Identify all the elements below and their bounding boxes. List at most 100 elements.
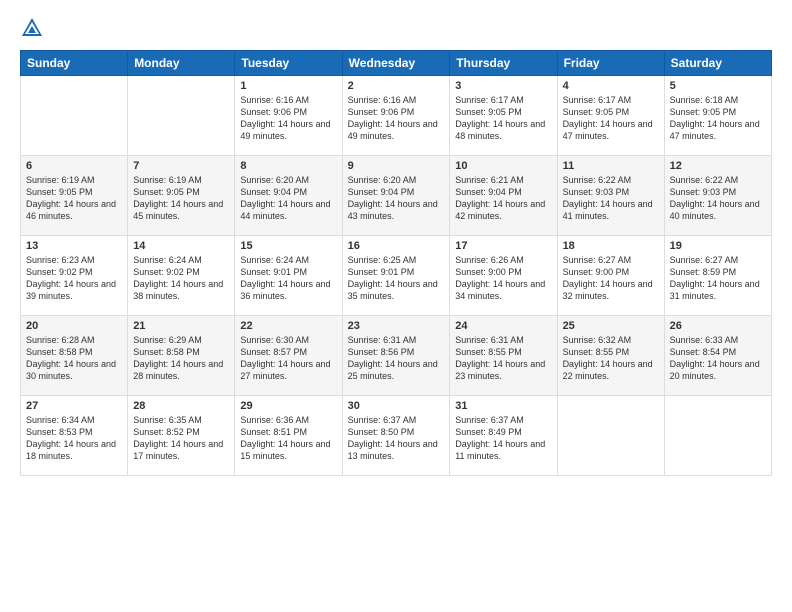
calendar-cell: 1 Sunrise: 6:16 AMSunset: 9:06 PMDaylight…	[235, 76, 342, 156]
calendar-cell: 15Sunrise: 6:24 AMSunset: 9:01 PMDayligh…	[235, 236, 342, 316]
day-number: 21	[133, 320, 229, 332]
calendar-cell: 17 Sunrise: 6:26 AMSunset: 9:00 PMDayligh…	[450, 236, 557, 316]
calendar-cell: 14 Sunrise: 6:24 AMSunset: 9:02 PMDayligh…	[128, 236, 235, 316]
calendar-cell: 8 Sunrise: 6:20 AMSunset: 9:04 PMDaylight…	[235, 156, 342, 236]
calendar-cell	[128, 76, 235, 156]
day-number: 10	[455, 160, 551, 172]
day-number: 18	[563, 240, 659, 252]
day-number: 19	[670, 240, 766, 252]
calendar-cell: 23 Sunrise: 6:31 AMSunset: 8:56 PMDayligh…	[342, 316, 450, 396]
cell-sun-info: Sunrise: 6:30 AMSunset: 8:57 PMDaylight:…	[240, 334, 336, 383]
cell-sun-info: Sunrise: 6:20 AMSunset: 9:04 PMDaylight:…	[348, 174, 445, 223]
calendar-cell: 26 Sunrise: 6:33 AMSunset: 8:54 PMDayligh…	[664, 316, 771, 396]
page: SundayMondayTuesdayWednesdayThursdayFrid…	[0, 0, 792, 612]
day-number: 20	[26, 320, 122, 332]
day-number: 30	[348, 400, 445, 412]
cell-sun-info: Sunrise: 6:19 AMSunset: 9:05 PMDaylight:…	[26, 174, 122, 223]
day-number: 28	[133, 400, 229, 412]
calendar-cell: 11 Sunrise: 6:22 AMSunset: 9:03 PMDayligh…	[557, 156, 664, 236]
calendar-cell: 4Sunrise: 6:17 AMSunset: 9:05 PMDaylight…	[557, 76, 664, 156]
calendar-cell	[21, 76, 128, 156]
header	[20, 16, 772, 40]
cell-sun-info: Sunrise: 6:16 AMSunset: 9:06 PMDaylight:…	[240, 94, 336, 143]
cell-sun-info: Sunrise: 6:29 AMSunset: 8:58 PMDaylight:…	[133, 334, 229, 383]
cell-sun-info: Sunrise: 6:19 AMSunset: 9:05 PMDaylight:…	[133, 174, 229, 223]
calendar-cell: 21 Sunrise: 6:29 AMSunset: 8:58 PMDayligh…	[128, 316, 235, 396]
day-number: 13	[26, 240, 122, 252]
col-header-friday: Friday	[557, 51, 664, 76]
cell-sun-info: Sunrise: 6:31 AMSunset: 8:56 PMDaylight:…	[348, 334, 445, 383]
col-header-sunday: Sunday	[21, 51, 128, 76]
calendar-cell: 30 Sunrise: 6:37 AMSunset: 8:50 PMDayligh…	[342, 396, 450, 476]
cell-sun-info: Sunrise: 6:36 AMSunset: 8:51 PMDaylight:…	[240, 414, 336, 463]
col-header-saturday: Saturday	[664, 51, 771, 76]
day-number: 31	[455, 400, 551, 412]
calendar-cell	[557, 396, 664, 476]
calendar-cell: 28 Sunrise: 6:35 AMSunset: 8:52 PMDayligh…	[128, 396, 235, 476]
day-number: 24	[455, 320, 551, 332]
day-number: 6	[26, 160, 122, 172]
calendar-week-row: 13 Sunrise: 6:23 AMSunset: 9:02 PMDayligh…	[21, 236, 772, 316]
calendar-cell	[664, 396, 771, 476]
calendar-cell: 19Sunrise: 6:27 AMSunset: 8:59 PMDayligh…	[664, 236, 771, 316]
cell-sun-info: Sunrise: 6:37 AMSunset: 8:50 PMDaylight:…	[348, 414, 445, 463]
cell-sun-info: Sunrise: 6:16 AMSunset: 9:06 PMDaylight:…	[348, 94, 445, 143]
day-number: 16	[348, 240, 445, 252]
cell-sun-info: Sunrise: 6:28 AMSunset: 8:58 PMDaylight:…	[26, 334, 122, 383]
day-number: 9	[348, 160, 445, 172]
cell-sun-info: Sunrise: 6:32 AMSunset: 8:55 PMDaylight:…	[563, 334, 659, 383]
calendar-week-row: 1 Sunrise: 6:16 AMSunset: 9:06 PMDaylight…	[21, 76, 772, 156]
cell-sun-info: Sunrise: 6:37 AMSunset: 8:49 PMDaylight:…	[455, 414, 551, 463]
cell-sun-info: Sunrise: 6:20 AMSunset: 9:04 PMDaylight:…	[240, 174, 336, 223]
calendar-cell: 24 Sunrise: 6:31 AMSunset: 8:55 PMDayligh…	[450, 316, 557, 396]
calendar-week-row: 20 Sunrise: 6:28 AMSunset: 8:58 PMDayligh…	[21, 316, 772, 396]
calendar-cell: 12Sunrise: 6:22 AMSunset: 9:03 PMDayligh…	[664, 156, 771, 236]
cell-sun-info: Sunrise: 6:31 AMSunset: 8:55 PMDaylight:…	[455, 334, 551, 383]
day-number: 11	[563, 160, 659, 172]
calendar-week-row: 6 Sunrise: 6:19 AMSunset: 9:05 PMDaylight…	[21, 156, 772, 236]
day-number: 27	[26, 400, 122, 412]
day-number: 5	[670, 80, 766, 92]
cell-sun-info: Sunrise: 6:17 AMSunset: 9:05 PMDaylight:…	[455, 94, 551, 143]
calendar-cell: 22Sunrise: 6:30 AMSunset: 8:57 PMDayligh…	[235, 316, 342, 396]
calendar-cell: 5 Sunrise: 6:18 AMSunset: 9:05 PMDaylight…	[664, 76, 771, 156]
calendar-cell: 18 Sunrise: 6:27 AMSunset: 9:00 PMDayligh…	[557, 236, 664, 316]
cell-sun-info: Sunrise: 6:24 AMSunset: 9:02 PMDaylight:…	[133, 254, 229, 303]
cell-sun-info: Sunrise: 6:22 AMSunset: 9:03 PMDaylight:…	[563, 174, 659, 223]
day-number: 25	[563, 320, 659, 332]
col-header-monday: Monday	[128, 51, 235, 76]
day-number: 12	[670, 160, 766, 172]
day-number: 23	[348, 320, 445, 332]
day-number: 1	[240, 80, 336, 92]
day-number: 15	[240, 240, 336, 252]
cell-sun-info: Sunrise: 6:34 AMSunset: 8:53 PMDaylight:…	[26, 414, 122, 463]
calendar-header-row: SundayMondayTuesdayWednesdayThursdayFrid…	[21, 51, 772, 76]
col-header-thursday: Thursday	[450, 51, 557, 76]
day-number: 8	[240, 160, 336, 172]
cell-sun-info: Sunrise: 6:27 AMSunset: 9:00 PMDaylight:…	[563, 254, 659, 303]
calendar-cell: 29 Sunrise: 6:36 AMSunset: 8:51 PMDayligh…	[235, 396, 342, 476]
calendar-cell: 2Sunrise: 6:16 AMSunset: 9:06 PMDaylight…	[342, 76, 450, 156]
day-number: 29	[240, 400, 336, 412]
cell-sun-info: Sunrise: 6:33 AMSunset: 8:54 PMDaylight:…	[670, 334, 766, 383]
cell-sun-info: Sunrise: 6:23 AMSunset: 9:02 PMDaylight:…	[26, 254, 122, 303]
calendar-cell: 10 Sunrise: 6:21 AMSunset: 9:04 PMDayligh…	[450, 156, 557, 236]
calendar-cell: 3 Sunrise: 6:17 AMSunset: 9:05 PMDaylight…	[450, 76, 557, 156]
day-number: 14	[133, 240, 229, 252]
day-number: 4	[563, 80, 659, 92]
calendar-cell: 27 Sunrise: 6:34 AMSunset: 8:53 PMDayligh…	[21, 396, 128, 476]
calendar-week-row: 27 Sunrise: 6:34 AMSunset: 8:53 PMDayligh…	[21, 396, 772, 476]
calendar-cell: 9 Sunrise: 6:20 AMSunset: 9:04 PMDaylight…	[342, 156, 450, 236]
cell-sun-info: Sunrise: 6:26 AMSunset: 9:00 PMDaylight:…	[455, 254, 551, 303]
day-number: 17	[455, 240, 551, 252]
cell-sun-info: Sunrise: 6:18 AMSunset: 9:05 PMDaylight:…	[670, 94, 766, 143]
calendar-cell: 13 Sunrise: 6:23 AMSunset: 9:02 PMDayligh…	[21, 236, 128, 316]
calendar-cell: 7Sunrise: 6:19 AMSunset: 9:05 PMDaylight…	[128, 156, 235, 236]
cell-sun-info: Sunrise: 6:35 AMSunset: 8:52 PMDaylight:…	[133, 414, 229, 463]
cell-sun-info: Sunrise: 6:21 AMSunset: 9:04 PMDaylight:…	[455, 174, 551, 223]
calendar-cell: 6 Sunrise: 6:19 AMSunset: 9:05 PMDaylight…	[21, 156, 128, 236]
day-number: 26	[670, 320, 766, 332]
col-header-wednesday: Wednesday	[342, 51, 450, 76]
day-number: 3	[455, 80, 551, 92]
calendar-table: SundayMondayTuesdayWednesdayThursdayFrid…	[20, 50, 772, 476]
